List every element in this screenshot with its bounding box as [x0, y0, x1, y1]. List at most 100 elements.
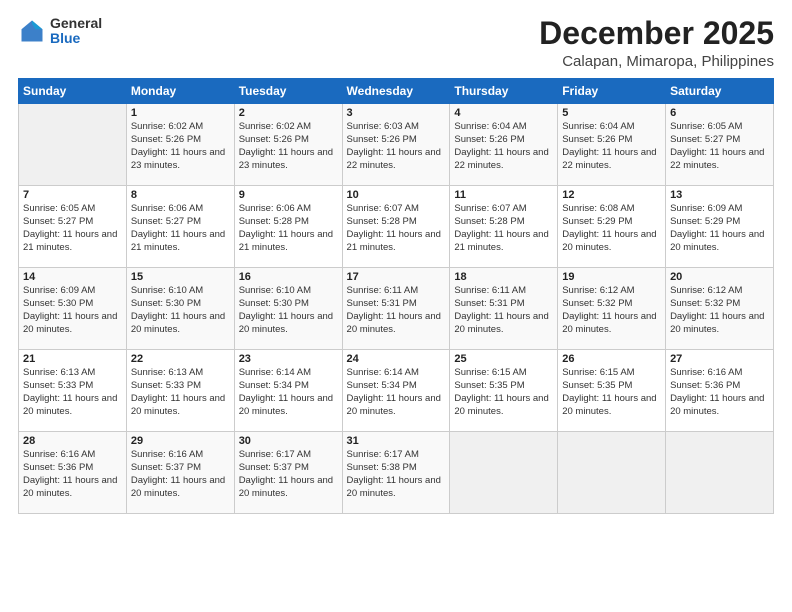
calendar-cell: 15Sunrise: 6:10 AM Sunset: 5:30 PM Dayli… [126, 268, 234, 350]
calendar-cell: 12Sunrise: 6:08 AM Sunset: 5:29 PM Dayli… [558, 186, 666, 268]
calendar-cell: 21Sunrise: 6:13 AM Sunset: 5:33 PM Dayli… [19, 350, 127, 432]
day-info: Sunrise: 6:03 AM Sunset: 5:26 PM Dayligh… [347, 121, 446, 172]
day-info: Sunrise: 6:13 AM Sunset: 5:33 PM Dayligh… [23, 367, 122, 418]
day-number: 9 [239, 189, 338, 201]
day-number: 25 [454, 353, 553, 365]
calendar-cell: 28 Sunrise: 6:16 AM Sunset: 5:36 PM Dayli… [19, 432, 127, 514]
day-info: Sunrise: 6:05 AM Sunset: 5:27 PM Dayligh… [23, 203, 122, 254]
calendar-cell: 14 Sunrise: 6:09 AM Sunset: 5:30 PM Dayli… [19, 268, 127, 350]
calendar-week-3: 14 Sunrise: 6:09 AM Sunset: 5:30 PM Dayli… [19, 268, 774, 350]
calendar-cell: 31 Sunrise: 6:17 AM Sunset: 5:38 PM Dayli… [342, 432, 450, 514]
day-info: Sunrise: 6:09 AM Sunset: 5:29 PM Dayligh… [670, 203, 769, 254]
day-info: Sunrise: 6:12 AM Sunset: 5:32 PM Dayligh… [562, 285, 661, 336]
day-number: 15 [131, 271, 230, 283]
calendar-cell: 7 Sunrise: 6:05 AM Sunset: 5:27 PM Daylig… [19, 186, 127, 268]
day-number: 26 [562, 353, 661, 365]
calendar-cell: 3 Sunrise: 6:03 AM Sunset: 5:26 PM Daylig… [342, 104, 450, 186]
day-info: Sunrise: 6:02 AM Sunset: 5:26 PM Dayligh… [239, 121, 338, 172]
day-number: 18 [454, 271, 553, 283]
col-sunday: Sunday [19, 79, 127, 104]
day-info: Sunrise: 6:02 AM Sunset: 5:26 PM Dayligh… [131, 121, 230, 172]
day-number: 24 [347, 353, 446, 365]
calendar-cell: 6 Sunrise: 6:05 AM Sunset: 5:27 PM Daylig… [666, 104, 774, 186]
day-info: Sunrise: 6:11 AM Sunset: 5:31 PM Dayligh… [347, 285, 446, 336]
day-info: Sunrise: 6:06 AM Sunset: 5:28 PM Dayligh… [239, 203, 338, 254]
col-tuesday: Tuesday [234, 79, 342, 104]
day-info: Sunrise: 6:07 AM Sunset: 5:28 PM Dayligh… [454, 203, 553, 254]
calendar-cell: 24 Sunrise: 6:14 AM Sunset: 5:34 PM Dayli… [342, 350, 450, 432]
calendar-cell: 20 Sunrise: 6:12 AM Sunset: 5:32 PM Dayli… [666, 268, 774, 350]
calendar-cell: 9 Sunrise: 6:06 AM Sunset: 5:28 PM Daylig… [234, 186, 342, 268]
calendar-cell: 23 Sunrise: 6:14 AM Sunset: 5:34 PM Dayli… [234, 350, 342, 432]
day-info: Sunrise: 6:16 AM Sunset: 5:36 PM Dayligh… [23, 449, 122, 500]
day-number: 2 [239, 107, 338, 119]
calendar-cell: 22Sunrise: 6:13 AM Sunset: 5:33 PM Dayli… [126, 350, 234, 432]
day-info: Sunrise: 6:12 AM Sunset: 5:32 PM Dayligh… [670, 285, 769, 336]
day-info: Sunrise: 6:05 AM Sunset: 5:27 PM Dayligh… [670, 121, 769, 172]
logo-text: General Blue [50, 16, 102, 47]
day-number: 19 [562, 271, 661, 283]
title-block: December 2025 Calapan, Mimaropa, Philipp… [539, 16, 774, 70]
day-number: 31 [347, 435, 446, 447]
day-number: 7 [23, 189, 122, 201]
day-number: 4 [454, 107, 553, 119]
calendar-cell: 11 Sunrise: 6:07 AM Sunset: 5:28 PM Dayli… [450, 186, 558, 268]
calendar-cell [558, 432, 666, 514]
calendar-cell [450, 432, 558, 514]
calendar-cell: 29Sunrise: 6:16 AM Sunset: 5:37 PM Dayli… [126, 432, 234, 514]
day-number: 30 [239, 435, 338, 447]
calendar-header: Sunday Monday Tuesday Wednesday Thursday… [19, 79, 774, 104]
day-number: 11 [454, 189, 553, 201]
day-info: Sunrise: 6:09 AM Sunset: 5:30 PM Dayligh… [23, 285, 122, 336]
logo-general-label: General [50, 16, 102, 31]
calendar-body: 1 Sunrise: 6:02 AM Sunset: 5:26 PM Daylig… [19, 104, 774, 514]
day-number: 1 [131, 107, 230, 119]
day-number: 17 [347, 271, 446, 283]
day-number: 3 [347, 107, 446, 119]
calendar-week-2: 7 Sunrise: 6:05 AM Sunset: 5:27 PM Daylig… [19, 186, 774, 268]
day-number: 28 [23, 435, 122, 447]
day-info: Sunrise: 6:13 AM Sunset: 5:33 PM Dayligh… [131, 367, 230, 418]
day-info: Sunrise: 6:16 AM Sunset: 5:36 PM Dayligh… [670, 367, 769, 418]
day-number: 6 [670, 107, 769, 119]
logo-icon [18, 17, 46, 45]
day-info: Sunrise: 6:14 AM Sunset: 5:34 PM Dayligh… [239, 367, 338, 418]
calendar-cell: 4 Sunrise: 6:04 AM Sunset: 5:26 PM Daylig… [450, 104, 558, 186]
calendar-week-1: 1 Sunrise: 6:02 AM Sunset: 5:26 PM Daylig… [19, 104, 774, 186]
header-row: Sunday Monday Tuesday Wednesday Thursday… [19, 79, 774, 104]
day-number: 14 [23, 271, 122, 283]
calendar-cell: 8Sunrise: 6:06 AM Sunset: 5:27 PM Daylig… [126, 186, 234, 268]
day-info: Sunrise: 6:17 AM Sunset: 5:37 PM Dayligh… [239, 449, 338, 500]
page: General Blue December 2025 Calapan, Mima… [0, 0, 792, 612]
calendar-cell [666, 432, 774, 514]
calendar-week-5: 28 Sunrise: 6:16 AM Sunset: 5:36 PM Dayli… [19, 432, 774, 514]
calendar-cell: 5Sunrise: 6:04 AM Sunset: 5:26 PM Daylig… [558, 104, 666, 186]
col-thursday: Thursday [450, 79, 558, 104]
col-friday: Friday [558, 79, 666, 104]
calendar-cell: 13 Sunrise: 6:09 AM Sunset: 5:29 PM Dayli… [666, 186, 774, 268]
calendar-cell: 19 Sunrise: 6:12 AM Sunset: 5:32 PM Dayli… [558, 268, 666, 350]
calendar-cell: 25Sunrise: 6:15 AM Sunset: 5:35 PM Dayli… [450, 350, 558, 432]
day-number: 10 [347, 189, 446, 201]
calendar-cell [19, 104, 127, 186]
calendar-cell: 30 Sunrise: 6:17 AM Sunset: 5:37 PM Dayli… [234, 432, 342, 514]
day-number: 13 [670, 189, 769, 201]
col-wednesday: Wednesday [342, 79, 450, 104]
subtitle: Calapan, Mimaropa, Philippines [539, 53, 774, 70]
day-number: 23 [239, 353, 338, 365]
calendar-cell: 16Sunrise: 6:10 AM Sunset: 5:30 PM Dayli… [234, 268, 342, 350]
day-number: 8 [131, 189, 230, 201]
day-number: 20 [670, 271, 769, 283]
day-number: 5 [562, 107, 661, 119]
day-info: Sunrise: 6:16 AM Sunset: 5:37 PM Dayligh… [131, 449, 230, 500]
day-info: Sunrise: 6:14 AM Sunset: 5:34 PM Dayligh… [347, 367, 446, 418]
calendar-table: Sunday Monday Tuesday Wednesday Thursday… [18, 78, 774, 514]
day-info: Sunrise: 6:04 AM Sunset: 5:26 PM Dayligh… [454, 121, 553, 172]
calendar-cell: 10Sunrise: 6:07 AM Sunset: 5:28 PM Dayli… [342, 186, 450, 268]
calendar-cell: 18Sunrise: 6:11 AM Sunset: 5:31 PM Dayli… [450, 268, 558, 350]
day-number: 12 [562, 189, 661, 201]
day-number: 27 [670, 353, 769, 365]
day-info: Sunrise: 6:17 AM Sunset: 5:38 PM Dayligh… [347, 449, 446, 500]
day-number: 16 [239, 271, 338, 283]
calendar-cell: 17 Sunrise: 6:11 AM Sunset: 5:31 PM Dayli… [342, 268, 450, 350]
